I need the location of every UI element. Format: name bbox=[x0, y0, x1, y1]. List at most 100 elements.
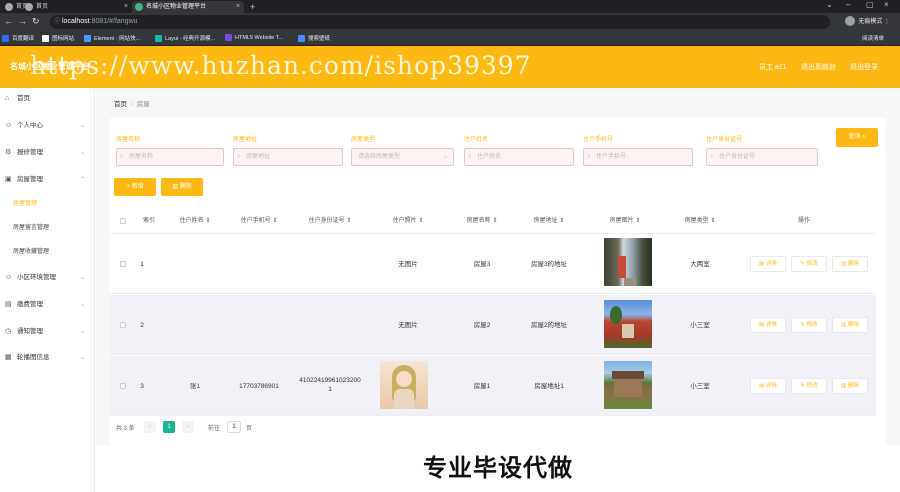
batch-delete-button[interactable]: ▥ 删除 bbox=[161, 178, 203, 196]
filter-label: 房屋地址 bbox=[233, 137, 258, 143]
logout-link[interactable]: 退出登录 bbox=[850, 62, 878, 72]
pager-goto-input[interactable]: 1 bbox=[227, 421, 241, 433]
filter-label: 住户姓名 bbox=[464, 137, 489, 143]
delete-button[interactable]: ▥ 删除 bbox=[832, 256, 868, 272]
edit-button[interactable]: ✎ 修改 bbox=[791, 256, 827, 272]
watermark: https://www.huzhan.com/ishop39397 bbox=[30, 51, 532, 80]
cell-idcard: 410224199610232001 bbox=[299, 377, 361, 393]
sidebar-item-repair[interactable]: ⚙ 报修管理 ⌄ bbox=[0, 145, 95, 161]
breadcrumb-home[interactable]: 首页 bbox=[114, 101, 127, 108]
next-page-button[interactable]: › bbox=[182, 421, 194, 433]
prev-page-button[interactable]: ‹ bbox=[144, 421, 156, 433]
chevron-down-icon: ⌄ bbox=[79, 123, 85, 129]
resident-photo[interactable] bbox=[380, 361, 428, 409]
resident-phone-input[interactable]: ⌕ 住户手机号 bbox=[583, 148, 693, 166]
col-header[interactable]: 住户手机号 ⇕ bbox=[226, 208, 292, 234]
url-input[interactable]: ⓘ localhost:8081/#/fangwu bbox=[50, 15, 830, 29]
user-icon: ☺ bbox=[5, 274, 13, 281]
bookmark-item[interactable]: 图标网站 bbox=[42, 34, 74, 43]
sort-icon: ⇕ bbox=[710, 218, 716, 224]
house-photo[interactable] bbox=[604, 238, 652, 286]
table-row[interactable]: 1 无图片 房屋3 房屋3的地址 大两室 ▤ 详情 ✎ 修改 ▥ 删除 bbox=[110, 234, 876, 294]
filter-label: 房屋类型 bbox=[351, 137, 376, 143]
search-icon: ⌕ bbox=[862, 134, 866, 140]
reload-icon[interactable]: ↻ bbox=[32, 16, 40, 27]
house-name-input[interactable]: ⌕ 房屋名称 bbox=[116, 148, 224, 166]
filter-label: 房屋名称 bbox=[116, 137, 141, 143]
reading-list[interactable]: 阅读清单 bbox=[862, 34, 884, 42]
clock-icon: ◷ bbox=[5, 328, 12, 335]
house-photo[interactable] bbox=[604, 300, 652, 348]
table-row[interactable]: 2 无图片 房屋2 房屋2的地址 小三室 ▤ 详情 ✎ 修改 ▥ 删除 bbox=[110, 295, 876, 355]
delete-button[interactable]: ▥ 删除 bbox=[832, 317, 868, 333]
forward-icon[interactable]: → bbox=[18, 16, 27, 26]
new-tab-button[interactable]: + bbox=[246, 1, 255, 13]
browser-tab-active[interactable]: 名城小区物业管理平台 × bbox=[132, 1, 244, 13]
promo-banner: 专业毕设代做 bbox=[96, 445, 900, 492]
resident-name-input[interactable]: ⌕ 住户姓名 bbox=[464, 148, 574, 166]
cell-house-type: 小三室 bbox=[690, 383, 710, 390]
bookmark-item[interactable]: HTML5 Website T... bbox=[225, 34, 283, 41]
col-header[interactable]: 住户姓名 ⇕ bbox=[164, 208, 226, 234]
table-row[interactable]: 3 张1 17703786901 410224199610232001 房屋1 … bbox=[110, 356, 876, 416]
window-close-icon[interactable]: × bbox=[884, 0, 889, 9]
detail-icon: ▤ bbox=[759, 383, 765, 389]
breadcrumb: 首页 / 房屋 bbox=[114, 101, 150, 108]
col-header[interactable]: 房屋地址 ⇕ bbox=[516, 208, 582, 234]
detail-icon: ▤ bbox=[759, 261, 765, 267]
tab-search-icon[interactable]: ⌄ bbox=[826, 0, 833, 9]
sidebar-item-house[interactable]: ▣ 房屋管理 ⌃ bbox=[0, 172, 95, 188]
detail-button[interactable]: ▤ 详情 bbox=[750, 317, 786, 333]
minimize-icon[interactable]: – bbox=[846, 0, 850, 9]
sidebar-item-payment[interactable]: ▤ 缴费管理 ⌄ bbox=[0, 297, 95, 313]
sidebar-item-home[interactable]: ⌂ 首页 bbox=[0, 91, 95, 107]
maximize-icon[interactable]: ▢ bbox=[866, 0, 874, 9]
filter-label: 住户身份证号 bbox=[706, 137, 743, 143]
house-address-input[interactable]: ⌕ 房屋地址 bbox=[233, 148, 343, 166]
page-1-button[interactable]: 1 bbox=[163, 421, 175, 433]
bookmark-item[interactable]: Element - 网站快... bbox=[84, 34, 140, 43]
row-checkbox[interactable] bbox=[120, 261, 126, 267]
search-icon: ⌕ bbox=[237, 154, 241, 160]
select-all-checkbox[interactable] bbox=[120, 218, 126, 224]
col-header[interactable]: 住户照片 ⇕ bbox=[368, 208, 448, 234]
chevron-down-icon: ⌄ bbox=[79, 355, 85, 361]
close-icon[interactable]: × bbox=[124, 1, 128, 13]
sort-icon: ⇕ bbox=[559, 218, 565, 224]
col-header[interactable]: 房屋类型 ⇕ bbox=[668, 208, 732, 234]
house-type-select[interactable]: 请选择房屋类型 ⌄ bbox=[351, 148, 454, 166]
detail-button[interactable]: ▤ 详情 bbox=[750, 256, 786, 272]
edit-button[interactable]: ✎ 修改 bbox=[791, 317, 827, 333]
search-button[interactable]: 查询 ⌕ bbox=[836, 128, 878, 147]
browser-tab[interactable]: 首页 × bbox=[22, 1, 132, 13]
col-header[interactable]: 住户身份证号 ⇕ bbox=[292, 208, 368, 234]
cell-house-type: 小三室 bbox=[690, 322, 710, 329]
bookmark-item[interactable]: Layui - 经典开源模... bbox=[155, 34, 215, 43]
sidebar-item-notice[interactable]: ◷ 通知管理 ⌄ bbox=[0, 324, 95, 340]
back-icon[interactable]: ← bbox=[4, 16, 13, 26]
add-button[interactable]: + 新增 bbox=[114, 178, 156, 196]
delete-button[interactable]: ▥ 删除 bbox=[832, 378, 868, 394]
sidebar-item-environment[interactable]: ☺ 小区环境管理 ⌄ bbox=[0, 270, 95, 286]
row-checkbox[interactable] bbox=[120, 383, 126, 389]
sidebar-subitem-house-manage[interactable]: 房屋管理 bbox=[0, 197, 95, 211]
sidebar-item-profile[interactable]: ☺ 个人中心 ⌄ bbox=[0, 118, 95, 134]
close-icon[interactable]: × bbox=[236, 1, 240, 13]
bookmark-item[interactable]: 百度翻译 bbox=[2, 34, 34, 43]
app-header: 名城小区物业管理平台 https://www.huzhan.com/ishop3… bbox=[0, 46, 900, 88]
row-checkbox[interactable] bbox=[120, 322, 126, 328]
edit-button[interactable]: ✎ 修改 bbox=[791, 378, 827, 394]
detail-button[interactable]: ▤ 详情 bbox=[750, 378, 786, 394]
house-photo[interactable] bbox=[604, 361, 652, 409]
col-header: 索引 bbox=[142, 218, 155, 224]
col-header[interactable]: 房屋名称 ⇕ bbox=[448, 208, 516, 234]
back-to-front-link[interactable]: 退出到前台 bbox=[801, 62, 836, 72]
resident-idcard-input[interactable]: ⌕ 住户身份证号 bbox=[706, 148, 818, 166]
sidebar-item-carousel[interactable]: ▦ 轮播图信息 ⌄ bbox=[0, 350, 95, 366]
bookmark-item[interactable]: 搜索壁纸 bbox=[298, 34, 330, 43]
col-header[interactable]: 房屋图片 ⇕ bbox=[582, 208, 668, 234]
sidebar: ⌂ 首页 ☺ 个人中心 ⌄ ⚙ 报修管理 ⌄ ▣ 房屋管理 ⌃ 房屋管理 房屋留言管理 房屋收… bbox=[0, 88, 95, 492]
sidebar-subitem-house-message[interactable]: 房屋留言管理 bbox=[0, 221, 95, 235]
incognito-profile[interactable]: 无痕模式 ⋮ bbox=[845, 16, 890, 27]
sidebar-subitem-house-favorite[interactable]: 房屋收藏管理 bbox=[0, 245, 95, 259]
